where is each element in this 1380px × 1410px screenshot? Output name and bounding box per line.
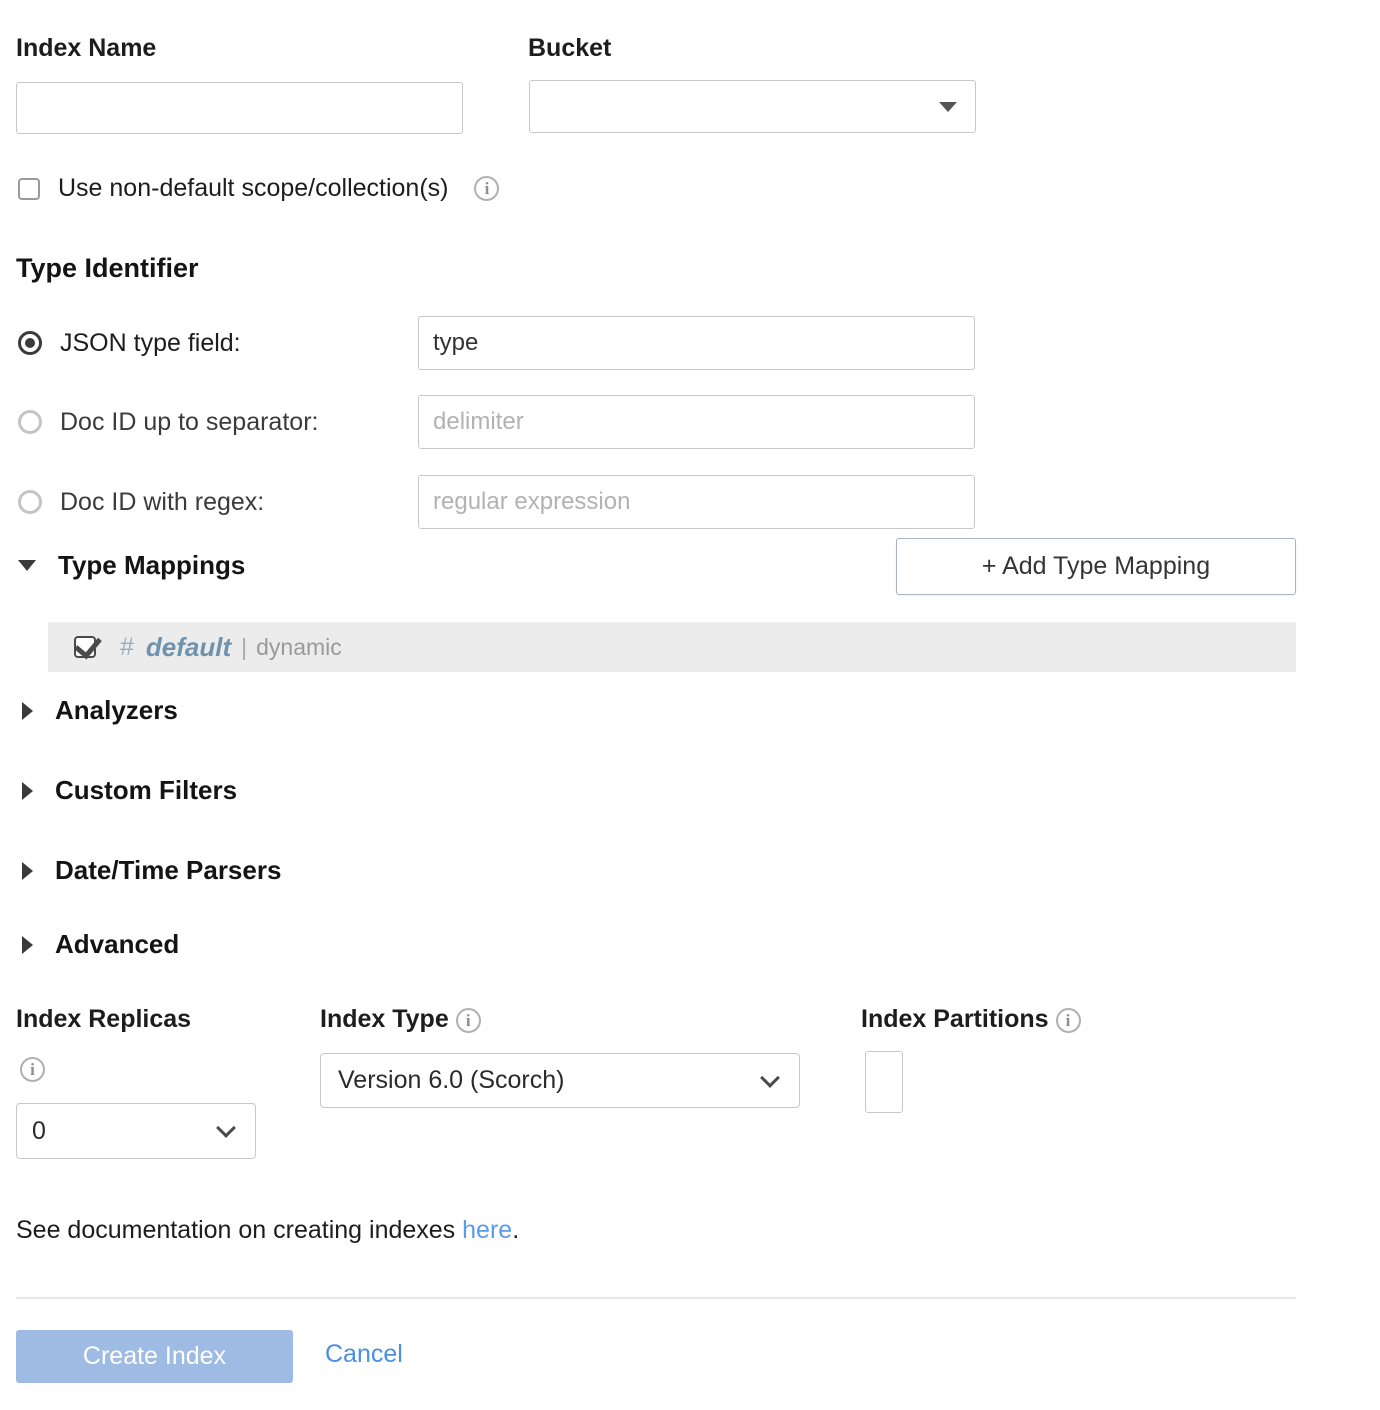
index-replicas-select[interactable]: 0 (16, 1103, 256, 1159)
index-replicas-label: Index Replicas (16, 1007, 191, 1032)
type-mapping-row[interactable]: # default | dynamic (48, 622, 1296, 672)
add-type-mapping-button[interactable]: + Add Type Mapping (896, 538, 1296, 595)
index-partitions-input[interactable] (865, 1051, 903, 1113)
info-icon[interactable]: i (474, 176, 499, 201)
hash-icon: # (120, 633, 134, 662)
cancel-button[interactable]: Cancel (325, 1340, 403, 1369)
bucket-select[interactable] (529, 80, 976, 133)
index-replicas-value: 0 (32, 1117, 46, 1146)
chevron-down-icon (760, 1068, 780, 1088)
type-mapping-checkbox[interactable] (74, 636, 96, 658)
use-non-default-scope-row[interactable]: Use non-default scope/collection(s) i (18, 176, 499, 201)
info-icon[interactable]: i (20, 1057, 45, 1082)
documentation-suffix: . (512, 1216, 519, 1244)
section-advanced[interactable]: Advanced (22, 929, 179, 960)
index-type-label: Index Type i (320, 1007, 481, 1033)
triangle-right-icon[interactable] (22, 862, 33, 880)
use-non-default-scope-checkbox[interactable] (18, 178, 40, 200)
info-icon[interactable]: i (456, 1008, 481, 1033)
json-type-field-input[interactable] (418, 316, 975, 370)
section-analyzers[interactable]: Analyzers (22, 695, 178, 726)
radio-label-doc-id-regex: Doc ID with regex: (60, 488, 264, 517)
use-non-default-scope-label: Use non-default scope/collection(s) (58, 176, 448, 201)
index-type-label-text: Index Type (320, 1005, 449, 1033)
index-type-value: Version 6.0 (Scorch) (338, 1066, 565, 1095)
type-identifier-option-doc-id-separator[interactable]: Doc ID up to separator: (18, 394, 318, 450)
radio-label-json-type-field: JSON type field: (60, 329, 241, 358)
section-custom-filters[interactable]: Custom Filters (22, 775, 237, 806)
triangle-right-icon[interactable] (22, 702, 33, 720)
footer-divider (16, 1297, 1296, 1299)
type-mapping-name[interactable]: default (146, 632, 231, 663)
type-identifier-option-json-type-field[interactable]: JSON type field: (18, 315, 241, 371)
documentation-here-link[interactable]: here (462, 1216, 512, 1244)
index-name-label: Index Name (16, 36, 156, 61)
triangle-down-icon[interactable] (18, 560, 36, 571)
type-mappings-header[interactable]: Type Mappings (18, 550, 245, 581)
doc-id-regex-input[interactable] (418, 475, 975, 529)
radio-doc-id-regex[interactable] (18, 490, 42, 514)
index-type-select[interactable]: Version 6.0 (Scorch) (320, 1053, 800, 1108)
info-icon[interactable]: i (1056, 1008, 1081, 1033)
caret-down-icon (939, 102, 957, 112)
type-mappings-title: Type Mappings (58, 550, 245, 581)
triangle-right-icon[interactable] (22, 782, 33, 800)
index-partitions-label: Index Partitions i (861, 1007, 1081, 1033)
triangle-right-icon[interactable] (22, 936, 33, 954)
create-index-button[interactable]: Create Index (16, 1330, 293, 1383)
chevron-down-icon (216, 1118, 236, 1138)
doc-id-separator-input[interactable] (418, 395, 975, 449)
section-analyzers-label: Analyzers (55, 695, 178, 726)
section-date-time-parsers-label: Date/Time Parsers (55, 855, 281, 886)
bucket-label: Bucket (528, 36, 611, 61)
type-identifier-option-doc-id-regex[interactable]: Doc ID with regex: (18, 474, 264, 530)
section-custom-filters-label: Custom Filters (55, 775, 237, 806)
index-partitions-label-text: Index Partitions (861, 1005, 1049, 1033)
radio-label-doc-id-separator: Doc ID up to separator: (60, 408, 318, 437)
type-identifier-heading: Type Identifier (16, 253, 199, 284)
type-mapping-separator: | (241, 634, 247, 661)
section-date-time-parsers[interactable]: Date/Time Parsers (22, 855, 281, 886)
documentation-line: See documentation on creating indexes he… (16, 1216, 519, 1245)
type-mapping-mode: dynamic (256, 634, 342, 661)
radio-doc-id-separator[interactable] (18, 410, 42, 434)
section-advanced-label: Advanced (55, 929, 179, 960)
radio-json-type-field[interactable] (18, 331, 42, 355)
index-name-input[interactable] (16, 82, 463, 134)
documentation-prefix: See documentation on creating indexes (16, 1216, 462, 1244)
